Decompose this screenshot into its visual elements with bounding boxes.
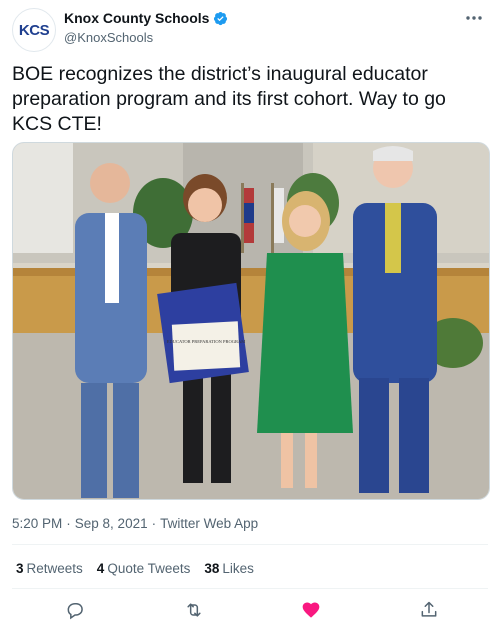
- meta-separator-2: ·: [151, 516, 157, 531]
- user-handle[interactable]: @KnoxSchools: [64, 30, 228, 45]
- tweet-time[interactable]: 5:20 PM: [12, 516, 62, 531]
- likes-label: Likes: [222, 561, 254, 576]
- retweets-label: Retweets: [26, 561, 83, 576]
- tweet-photo[interactable]: EDUCATOR PREPARATION PROGRAM: [12, 142, 490, 500]
- avatar[interactable]: KCS: [12, 8, 56, 52]
- tweet-card: KCS Knox County Schools @KnoxSchools BOE…: [0, 0, 500, 624]
- tweet-source[interactable]: Twitter Web App: [160, 516, 258, 531]
- meta-separator: ·: [66, 516, 71, 531]
- share-icon[interactable]: [417, 598, 441, 622]
- more-dots-icon[interactable]: [464, 8, 484, 28]
- tweet-meta: 5:20 PM · Sep 8, 2021 · Twitter Web App: [12, 516, 258, 531]
- quote-tweets-label: Quote Tweets: [107, 561, 191, 576]
- retweet-icon[interactable]: [182, 598, 206, 622]
- tweet-text: BOE recognizes the district’s inaugural …: [12, 63, 446, 135]
- reply-icon[interactable]: [63, 598, 87, 622]
- retweets-count: 3: [16, 561, 24, 576]
- engagement-stats: 3 Retweets 4 Quote Tweets 38 Likes: [16, 561, 254, 576]
- display-name-row: Knox County Schools: [64, 10, 228, 26]
- quote-tweets-count: 4: [96, 561, 105, 576]
- tweet-date[interactable]: Sep 8, 2021: [75, 516, 148, 531]
- likes-stat[interactable]: 38 Likes: [204, 561, 254, 576]
- certificate-title: EDUCATOR PREPARATION PROGRAM: [167, 339, 246, 344]
- likes-count: 38: [204, 561, 220, 576]
- heart-icon[interactable]: [299, 598, 323, 622]
- verified-badge-icon: [213, 11, 228, 26]
- display-name[interactable]: Knox County Schools: [64, 10, 209, 26]
- retweets-stat[interactable]: 3 Retweets: [16, 561, 83, 576]
- avatar-logo-text: KCS: [18, 21, 50, 39]
- tweet-header: KCS Knox County Schools @KnoxSchools: [12, 8, 488, 52]
- divider-bottom: [12, 588, 488, 589]
- photo-illustration: EDUCATOR PREPARATION PROGRAM: [13, 143, 489, 499]
- quote-tweets-stat[interactable]: 4 Quote Tweets: [97, 561, 191, 576]
- action-bar: [0, 598, 500, 622]
- divider-top: [12, 544, 488, 545]
- author-names: Knox County Schools @KnoxSchools: [64, 10, 228, 45]
